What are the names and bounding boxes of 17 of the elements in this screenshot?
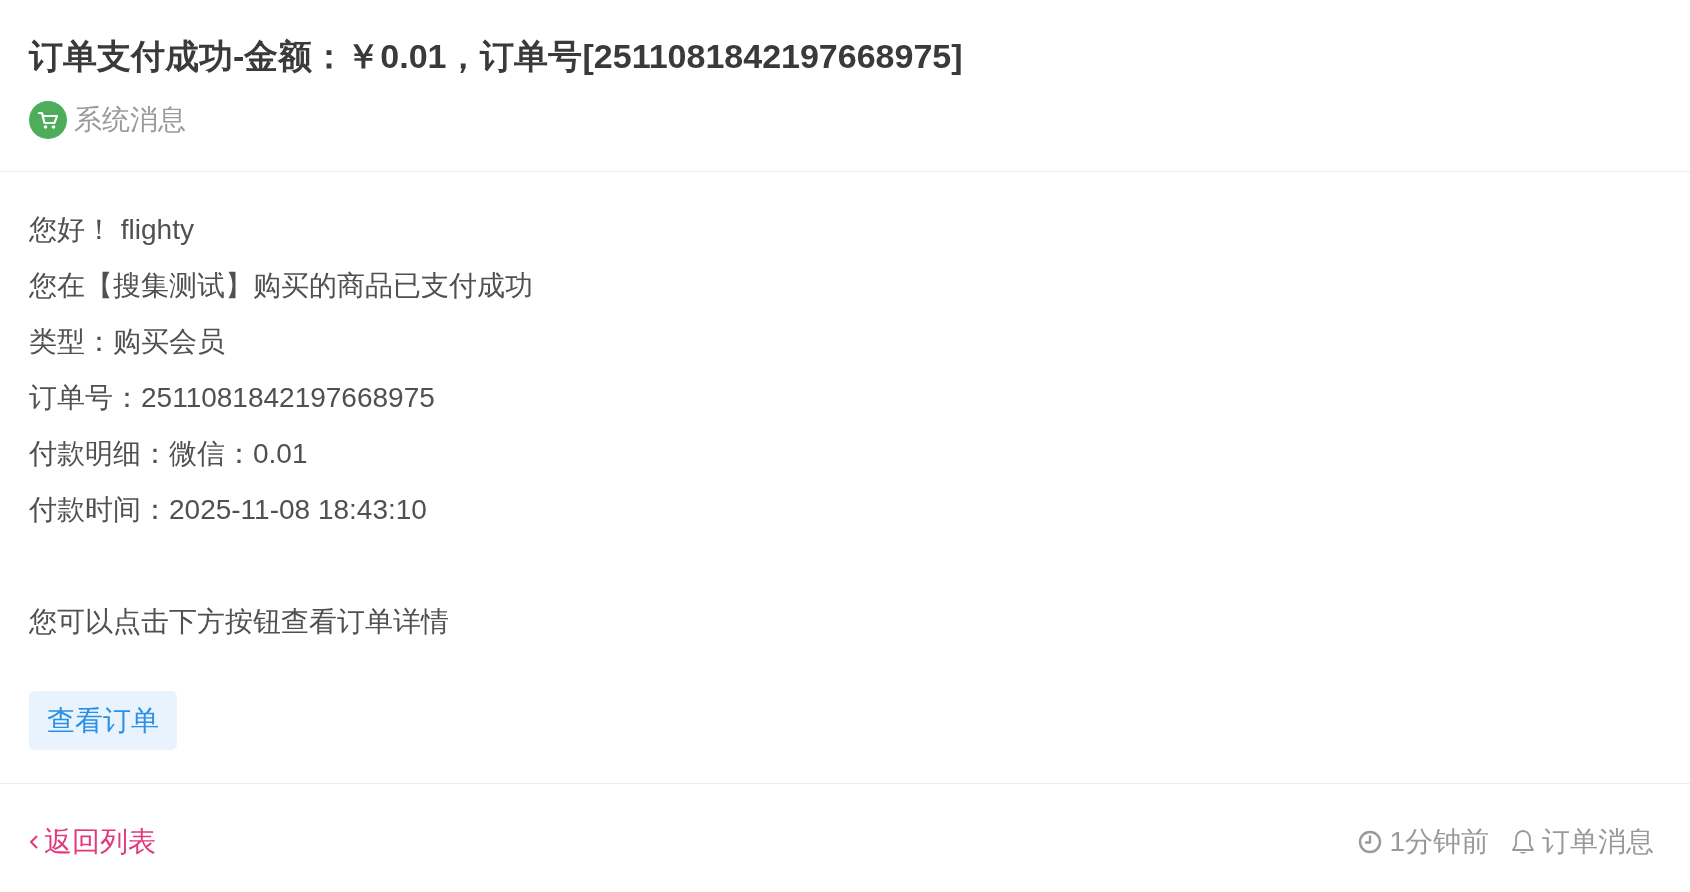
chevron-left-icon [29, 835, 38, 849]
message-line: 付款时间：2025-11-08 18:43:10 [29, 493, 427, 527]
message-line: 类型：购买会员 [29, 325, 225, 359]
message-source: 系统消息 [74, 103, 186, 137]
message-note: 您可以点击下方按钮查看订单详情 [29, 605, 449, 639]
message-line: 订单号：2511081842197668975 [29, 381, 435, 415]
view-order-button[interactable]: 查看订单 [29, 691, 177, 750]
bell-icon [1511, 828, 1535, 856]
message-line: 您在【搜集测试】购买的商品已支付成功 [29, 269, 533, 303]
back-to-list-link[interactable]: 返回列表 [29, 822, 156, 862]
message-line: 您好！ flighty [29, 213, 194, 247]
message-line: 付款明细：微信：0.01 [29, 437, 308, 471]
clock-icon [1358, 830, 1383, 854]
time-ago: 1分钟前 [1389, 825, 1489, 859]
message-title: 订单支付成功-金额：￥0.01，订单号[2511081842197668975] [29, 36, 963, 77]
cart-icon [29, 101, 67, 139]
message-category: 订单消息 [1542, 825, 1654, 859]
